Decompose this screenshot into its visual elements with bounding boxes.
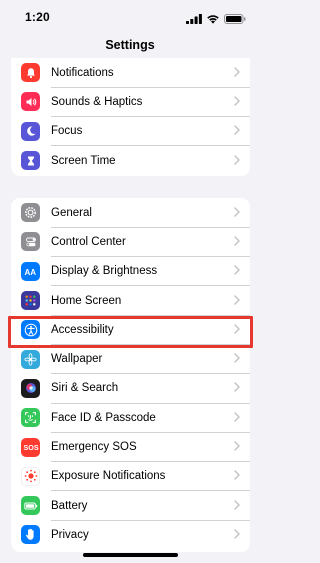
page-title: Settings [105,38,155,52]
settings-row-label: Exposure Notifications [51,470,166,483]
settings-row-label: Siri & Search [51,382,119,395]
settings-row-sounds-haptics[interactable]: Sounds & Haptics [11,87,250,117]
flower-icon [21,349,40,369]
chevron-right-icon [234,233,240,251]
settings-row-label: Home Screen [51,294,122,307]
status-time: 1:20 [25,10,50,24]
settings-row-label: Focus [51,125,83,138]
chevron-right-icon [234,321,240,339]
settings-row-notifications[interactable]: Notifications [11,58,250,88]
chevron-right-icon [234,292,240,310]
sos-icon: SOS [21,437,40,457]
settings-group-general: General Control Center AA Display & Brig… [11,198,250,552]
settings-row-label: Emergency SOS [51,441,137,454]
battery-status-icon [224,11,246,29]
switches-icon [21,232,40,252]
settings-row-siri-search[interactable]: Siri & Search [11,374,250,404]
settings-row-label: Privacy [51,528,89,541]
status-icons [186,11,246,29]
chevron-right-icon [234,526,240,544]
chevron-right-icon [234,497,240,515]
settings-row-label: Display & Brightness [51,265,158,278]
home-indicator[interactable] [83,553,178,557]
settings-row-wallpaper[interactable]: Wallpaper [11,344,250,374]
siri-icon [21,378,40,398]
gear-icon [21,203,40,223]
chevron-right-icon [234,122,240,140]
chevron-right-icon [234,467,240,485]
settings-row-general[interactable]: General [11,198,250,228]
svg-text:SOS: SOS [23,443,38,452]
settings-row-privacy[interactable]: Privacy [11,520,250,549]
face-id-icon [21,408,40,428]
app-grid-icon [21,291,40,311]
settings-row-label: Notifications [51,66,114,79]
chevron-right-icon [234,262,240,280]
settings-row-focus[interactable]: Focus [11,117,250,146]
chevron-right-icon [234,350,240,368]
chevron-right-icon [234,204,240,222]
settings-row-face-id-passcode[interactable]: Face ID & Passcode [11,403,250,433]
settings-row-label: Battery [51,499,88,512]
settings-row-label: Screen Time [51,154,116,167]
settings-row-screen-time[interactable]: Screen Time [11,146,250,175]
settings-row-exposure-notifications[interactable]: Exposure Notifications [11,462,250,491]
speaker-icon [21,92,40,112]
settings-row-display-brightness[interactable]: AA Display & Brightness [11,257,250,286]
hourglass-icon [21,151,40,171]
exposure-icon [21,466,40,486]
settings-row-accessibility[interactable]: Accessibility [11,315,250,345]
svg-text:AA: AA [25,268,37,277]
settings-row-emergency-sos[interactable]: SOS Emergency SOS [11,432,250,462]
battery-icon [21,496,40,516]
bell-icon [21,63,40,83]
chevron-right-icon [234,93,240,111]
chevron-right-icon [234,152,240,170]
chevron-right-icon [234,438,240,456]
chevron-right-icon [234,409,240,427]
hand-icon [21,525,40,545]
settings-row-label: Control Center [51,235,126,248]
text-size-icon: AA [21,261,40,281]
settings-row-control-center[interactable]: Control Center [11,227,250,257]
cellular-signal-icon [186,11,202,29]
chevron-right-icon [234,379,240,397]
settings-row-home-screen[interactable]: Home Screen [11,286,250,316]
settings-row-battery[interactable]: Battery [11,491,250,521]
settings-row-label: Face ID & Passcode [51,411,156,424]
wifi-icon [206,11,220,29]
settings-row-label: Accessibility [51,323,114,336]
moon-icon [21,121,40,141]
settings-row-label: Wallpaper [51,353,103,366]
settings-group-notifications: Notifications Sounds & Haptics Focus Scr… [11,58,250,176]
chevron-right-icon [234,64,240,82]
settings-row-label: General [51,206,92,219]
settings-row-label: Sounds & Haptics [51,95,143,108]
status-bar: 1:20 [0,0,260,34]
accessibility-icon [21,320,40,340]
